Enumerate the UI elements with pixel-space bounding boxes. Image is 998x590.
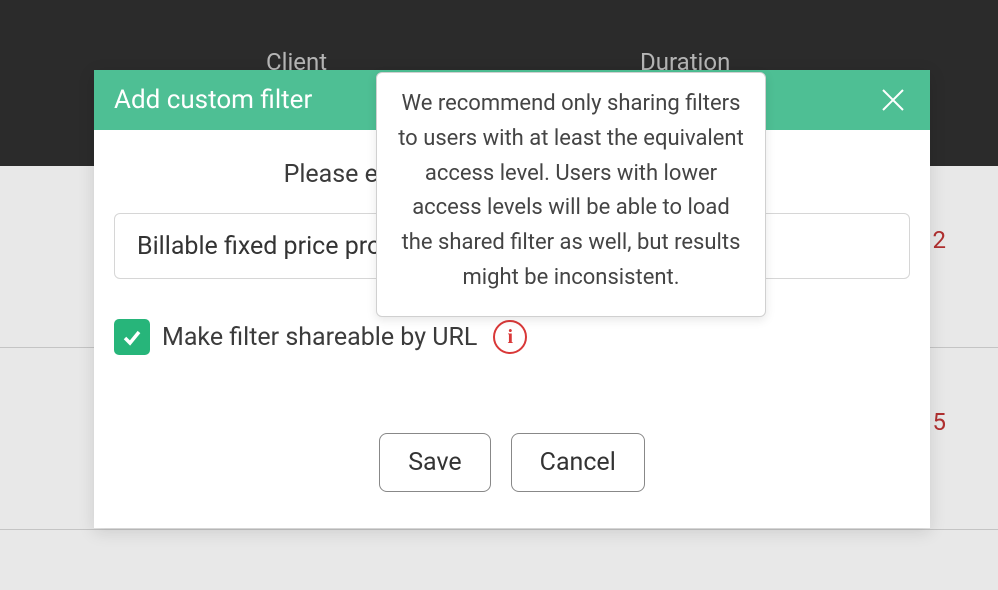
info-tooltip: We recommend only sharing filters to use… bbox=[376, 72, 766, 317]
cancel-button[interactable]: Cancel bbox=[511, 433, 645, 492]
share-label: Make filter shareable by URL bbox=[162, 323, 477, 352]
share-checkbox[interactable] bbox=[114, 319, 150, 355]
tooltip-text: We recommend only sharing filters to use… bbox=[397, 87, 745, 296]
modal-title: Add custom filter bbox=[114, 85, 312, 115]
close-button[interactable] bbox=[876, 83, 910, 117]
info-glyph: i bbox=[508, 326, 514, 349]
button-row: Save Cancel bbox=[114, 433, 910, 492]
checkmark-icon bbox=[121, 326, 143, 348]
row-value: 5 bbox=[933, 408, 947, 436]
share-row: Make filter shareable by URL i bbox=[114, 319, 910, 355]
close-icon bbox=[880, 87, 906, 113]
row-value: 2 bbox=[933, 226, 947, 254]
save-button[interactable]: Save bbox=[379, 433, 490, 492]
info-icon[interactable]: i bbox=[493, 320, 527, 354]
